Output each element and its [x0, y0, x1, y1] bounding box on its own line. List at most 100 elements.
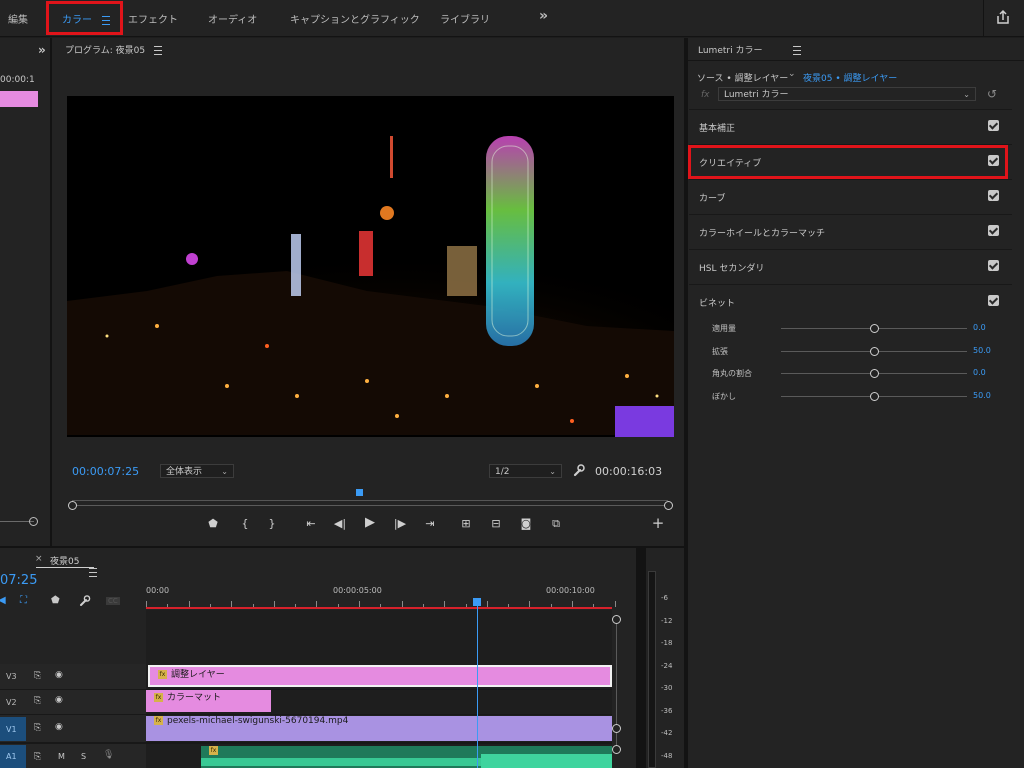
mark-in-icon[interactable]: { [237, 517, 253, 530]
comparison-view-icon[interactable]: ⧉ [548, 517, 564, 531]
workspace-tab-effects[interactable]: エフェクト [128, 11, 178, 26]
chevron-down-icon[interactable]: ⌄ [788, 69, 796, 79]
vignette-roundness-handle[interactable] [870, 369, 879, 378]
add-marker-icon[interactable]: ⬟ [51, 595, 60, 606]
source-panel-partial [0, 38, 50, 546]
chevron-down-icon: ⌄ [549, 467, 556, 476]
step-back-icon[interactable]: ◀| [332, 517, 348, 530]
play-icon[interactable]: ▶ [362, 515, 378, 530]
vignette-feather-handle[interactable] [870, 392, 879, 401]
expand-panels-icon[interactable]: » [38, 43, 46, 57]
section-label: 基本補正 [699, 124, 736, 134]
section-enable-checkbox[interactable] [988, 120, 999, 131]
zoom-handle-left[interactable] [68, 501, 77, 510]
track-label-v1[interactable]: V1 [6, 725, 17, 734]
sequence-tab[interactable]: 夜景05 [50, 554, 79, 567]
snap-icon[interactable]: ◀ [0, 595, 6, 606]
reset-icon[interactable]: ↺ [987, 87, 997, 101]
section-hsl-secondary[interactable]: HSL セカンダリ [689, 249, 1012, 284]
track-label-v2[interactable]: V2 [6, 698, 17, 707]
divider [983, 0, 984, 36]
effect-instance-label: Lumetri カラー [724, 90, 789, 100]
sync-lock-icon[interactable]: ⎘ [34, 723, 41, 733]
workspace-tab-audio[interactable]: オーディオ [208, 11, 257, 26]
clip-audio[interactable]: fx [201, 746, 612, 768]
sync-lock-icon[interactable]: ⎘ [34, 752, 41, 762]
active-tab-underline [36, 567, 94, 568]
clip-color-matte[interactable]: fx カラーマット [146, 690, 271, 712]
section-basic-correction[interactable]: 基本補正 [689, 109, 1012, 144]
clip-video[interactable]: fx pexels-michael-swigunski-5670194.mp4 [146, 716, 612, 741]
vignette-midpoint-value[interactable]: 50.0 [973, 346, 991, 355]
close-tab-icon[interactable]: × [35, 554, 43, 564]
monitor-playhead[interactable] [356, 489, 363, 496]
linked-selection-icon[interactable]: ⛶ [20, 595, 27, 606]
vignette-roundness-value[interactable]: 0.0 [973, 368, 986, 377]
lift-icon[interactable]: ⊞ [458, 517, 474, 530]
eye-icon[interactable]: ◉ [55, 695, 63, 705]
step-forward-icon[interactable]: |▶ [392, 517, 408, 530]
section-vignette[interactable]: ビネット [689, 284, 1012, 319]
timeline-playhead-handle[interactable] [473, 598, 481, 606]
wrench-icon[interactable] [572, 464, 585, 477]
scroll-handle[interactable] [29, 517, 38, 526]
section-enable-checkbox[interactable] [988, 295, 999, 306]
extract-icon[interactable]: ⊟ [488, 517, 504, 530]
wrench-icon[interactable] [79, 595, 91, 607]
vignette-midpoint-handle[interactable] [870, 347, 879, 356]
menu-icon[interactable] [793, 45, 802, 55]
vignette-feather-label: ぼかし [712, 392, 736, 401]
scroll-handle[interactable] [612, 745, 621, 754]
highlight-color-tab [46, 1, 123, 35]
vignette-amount-value[interactable]: 0.0 [973, 323, 986, 332]
resolution-dropdown[interactable]: 1/2 ⌄ [489, 464, 562, 478]
menu-icon[interactable] [89, 567, 97, 577]
section-color-wheels[interactable]: カラーホイールとカラーマッチ [689, 214, 1012, 249]
monitor-zoom-bar[interactable] [72, 505, 668, 506]
scroll-handle[interactable] [612, 724, 621, 733]
go-to-in-icon[interactable]: ⇤ [303, 517, 319, 530]
work-area-bar[interactable] [146, 607, 612, 609]
meter-tick-label: -6 [661, 594, 668, 602]
sequence-clip-selector[interactable]: 夜景05 • 調整レイヤー [803, 71, 897, 84]
share-icon[interactable] [996, 9, 1010, 25]
zoom-handle-right[interactable] [664, 501, 673, 510]
go-to-out-icon[interactable]: ⇥ [422, 517, 438, 530]
solo-button[interactable]: S [81, 752, 86, 761]
microphone-icon[interactable]: 🎙 [103, 750, 114, 760]
vignette-feather-value[interactable]: 50.0 [973, 391, 991, 400]
sync-lock-icon[interactable]: ⎘ [34, 696, 41, 706]
scroll-handle[interactable] [612, 615, 621, 624]
program-video-frame[interactable] [67, 96, 674, 437]
more-workspaces-button[interactable]: » [539, 8, 548, 24]
track-label-v3[interactable]: V3 [6, 672, 17, 681]
monitor-time-ruler[interactable] [72, 492, 668, 501]
section-enable-checkbox[interactable] [988, 190, 999, 201]
effect-instance-dropdown[interactable]: Lumetri カラー ⌄ [718, 87, 976, 101]
eye-icon[interactable]: ◉ [55, 670, 63, 680]
captions-icon[interactable]: CC [106, 597, 120, 605]
track-divider [0, 689, 612, 690]
section-curves[interactable]: カーブ [689, 179, 1012, 214]
add-button-icon[interactable]: + [650, 514, 666, 532]
export-frame-icon[interactable]: ◙ [518, 517, 534, 530]
eye-icon[interactable]: ◉ [55, 722, 63, 732]
track-label-a1[interactable]: A1 [6, 752, 17, 761]
workspace-tab-libraries[interactable]: ライブラリ [440, 11, 490, 26]
fit-dropdown[interactable]: 全体表示 ⌄ [160, 464, 234, 478]
add-marker-icon[interactable]: ⬟ [205, 517, 221, 530]
source-selector[interactable]: ソース • 調整レイヤー [697, 71, 788, 84]
mark-out-icon[interactable]: } [264, 517, 280, 530]
menu-icon[interactable] [154, 45, 162, 55]
vignette-amount-handle[interactable] [870, 324, 879, 333]
workspace-tab-edit[interactable]: 編集 [8, 11, 28, 26]
sync-lock-icon[interactable]: ⎘ [34, 671, 41, 681]
program-current-timecode[interactable]: 00:00:07:25 [72, 465, 139, 478]
chevron-down-icon: ⌄ [963, 90, 970, 99]
clip-adjustment-layer[interactable]: fx 調整レイヤー [148, 665, 612, 687]
section-enable-checkbox[interactable] [988, 260, 999, 271]
timeline-timecode[interactable]: 07:25 [0, 573, 37, 588]
workspace-tab-captions[interactable]: キャプションとグラフィック [290, 11, 420, 26]
section-enable-checkbox[interactable] [988, 225, 999, 236]
mute-button[interactable]: M [58, 752, 65, 761]
